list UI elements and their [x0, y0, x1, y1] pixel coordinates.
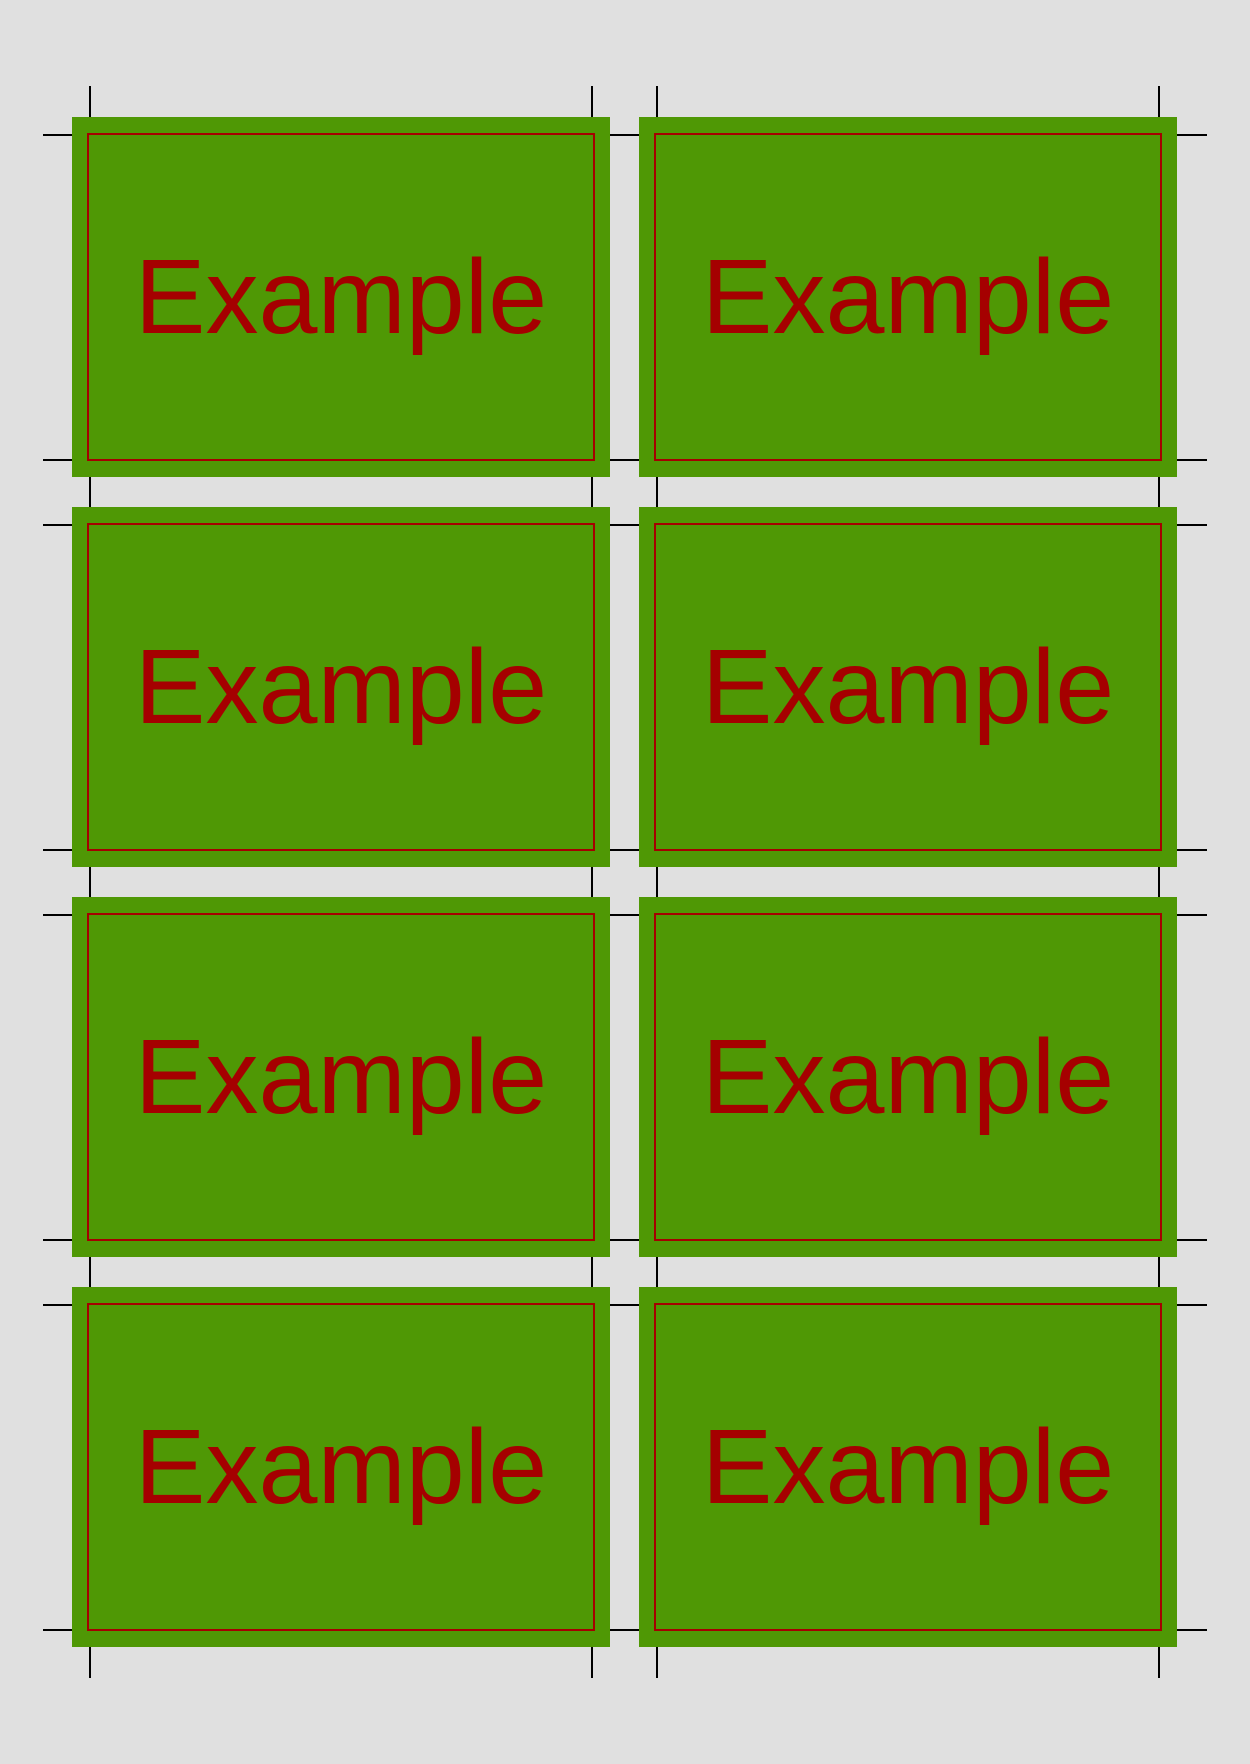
card-label: Example: [134, 1408, 548, 1526]
business-card: Example: [72, 117, 610, 477]
business-card: Example: [72, 1287, 610, 1647]
business-card: Example: [72, 897, 610, 1257]
business-card: Example: [639, 1287, 1177, 1647]
card-label: Example: [701, 1408, 1115, 1526]
card-label: Example: [134, 1018, 548, 1136]
card-label: Example: [701, 628, 1115, 746]
card-label: Example: [701, 238, 1115, 356]
business-card-sheet: Example Example Example Example Example Examp…: [0, 0, 1250, 1764]
business-card: Example: [72, 507, 610, 867]
card-label: Example: [134, 238, 548, 356]
card-label: Example: [134, 628, 548, 746]
business-card: Example: [639, 897, 1177, 1257]
card-label: Example: [701, 1018, 1115, 1136]
business-card: Example: [639, 117, 1177, 477]
business-card: Example: [639, 507, 1177, 867]
